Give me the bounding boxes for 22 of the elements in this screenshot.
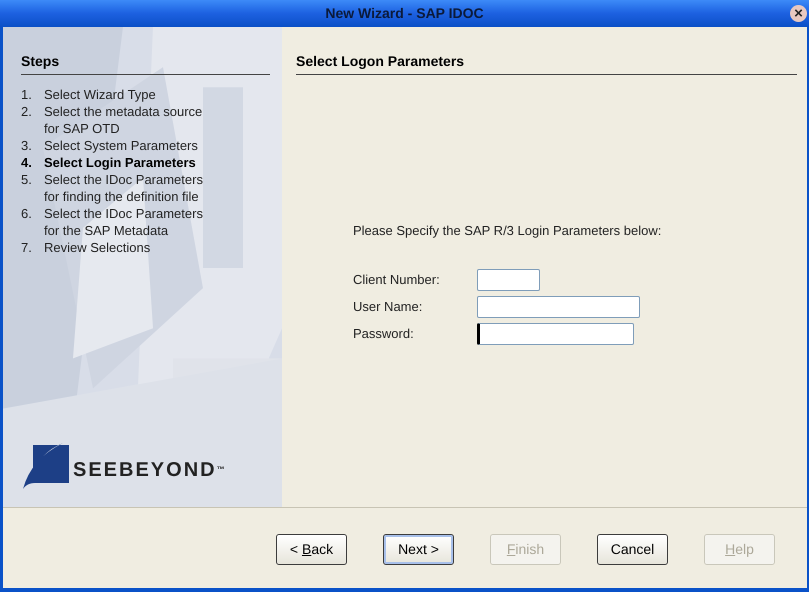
input-field[interactable] — [477, 296, 640, 318]
step-item: 6. Select the IDoc Parameters for the SAP Metadata — [21, 205, 204, 239]
field-label: User Name: — [353, 298, 424, 316]
wizard-button[interactable]: Next > — [383, 534, 454, 564]
step-item: 2. Select the metadata source for SAP OTD — [21, 103, 204, 137]
page-title: Select Logon Parameters — [296, 51, 797, 75]
step-item: 3. Select System Parameters — [21, 137, 199, 154]
field-label: Client Number: — [353, 270, 441, 289]
step-item: 4. Select Login Parameters — [21, 154, 197, 171]
wizard-button[interactable]: < Back — [276, 534, 347, 564]
close-button[interactable]: × — [790, 5, 807, 22]
field-label: Password: — [353, 324, 415, 343]
input-field[interactable] — [477, 322, 634, 344]
step-item: 5. Select the IDoc Parameters for finding the definition file — [21, 171, 204, 205]
wizard-button[interactable]: Cancel — [597, 534, 668, 564]
window-title: New Wizard - SAP IDOC — [325, 4, 484, 23]
logo-text: SEEBEYOND$^{™}$ — [73, 458, 227, 483]
instruction-text: Please Specify the SAP R/3 Login Parameters below: — [353, 222, 662, 240]
input-field[interactable] — [477, 268, 540, 290]
steps-title: Steps — [21, 51, 270, 75]
step-item: 7. Review Selections — [21, 239, 152, 256]
step-item: 1. Select Wizard Type — [21, 86, 157, 103]
